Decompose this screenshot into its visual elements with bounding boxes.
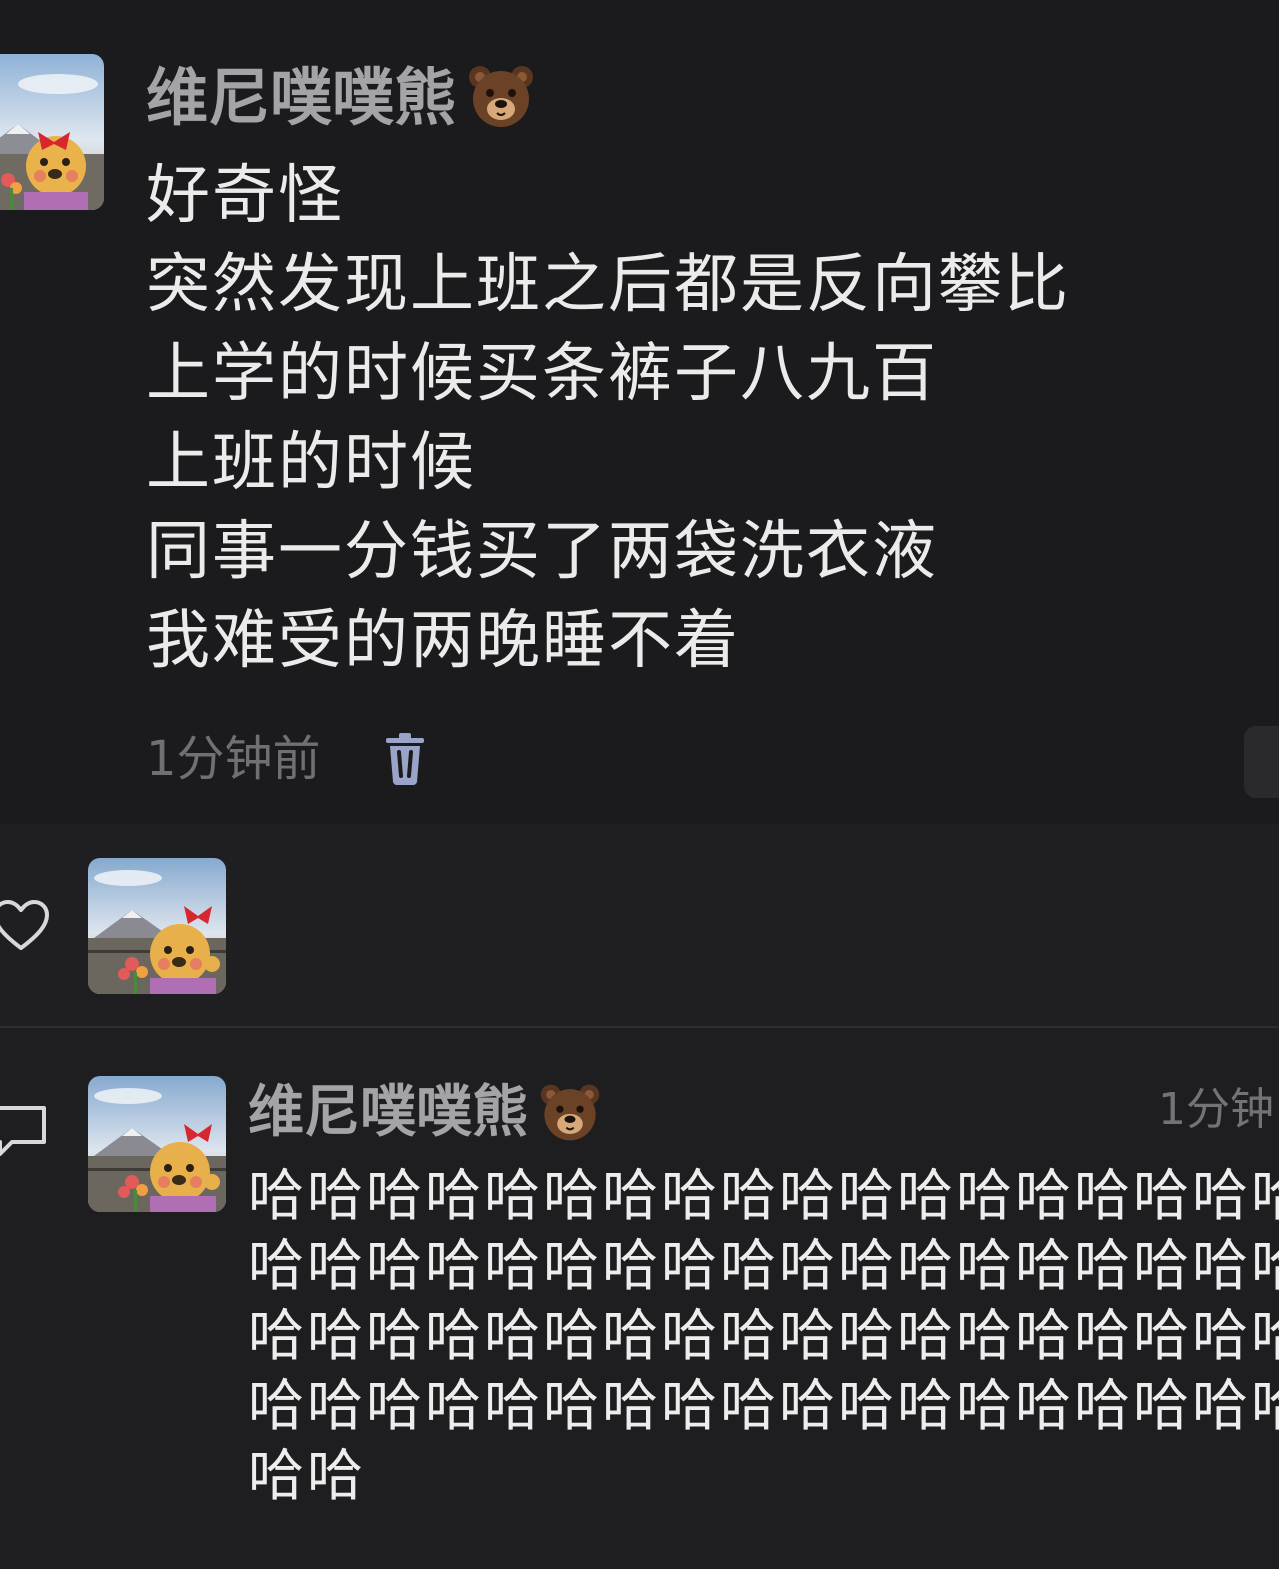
heart-icon[interactable] — [0, 898, 50, 954]
comment-line: 哈哈哈哈哈哈哈哈哈哈哈哈哈哈哈哈哈哈 — [248, 1234, 1279, 1299]
post-line: 上学的时候买条裤子八九百 — [146, 337, 938, 411]
comment-author-text: 维尼噗噗熊 — [248, 1080, 528, 1145]
trash-icon[interactable] — [382, 732, 428, 786]
comment-line: 哈哈 — [248, 1444, 366, 1509]
post-line: 上班的时候 — [146, 426, 476, 500]
comment-icon[interactable] — [0, 1102, 50, 1160]
comment-timestamp: 1分钟 — [1158, 1084, 1274, 1135]
liker-avatar[interactable] — [88, 858, 226, 994]
post-line: 好奇怪 — [146, 159, 344, 233]
side-action-tab[interactable] — [1244, 726, 1279, 798]
post-line: 同事一分钱买了两袋洗衣液 — [146, 515, 938, 589]
post-timestamp: 1分钟前 — [146, 731, 321, 787]
commenter-avatar[interactable] — [88, 1076, 226, 1212]
post-author-name[interactable]: 维尼噗噗熊 — [146, 60, 536, 137]
bear-face-icon — [466, 61, 536, 131]
post-line: 突然发现上班之后都是反向攀比 — [146, 248, 1070, 322]
comment-line: 哈哈哈哈哈哈哈哈哈哈哈哈哈哈哈哈哈哈 — [248, 1304, 1279, 1369]
bear-face-icon — [538, 1080, 602, 1144]
author-avatar[interactable] — [0, 54, 104, 210]
comment-body: 哈哈哈哈哈哈哈哈哈哈哈哈哈哈哈哈哈哈 哈哈哈哈哈哈哈哈哈哈哈哈哈哈哈哈哈哈 哈哈… — [248, 1162, 1279, 1512]
comment-line: 哈哈哈哈哈哈哈哈哈哈哈哈哈哈哈哈哈哈 — [248, 1164, 1279, 1229]
post-body: 好奇怪 突然发现上班之后都是反向攀比 上学的时候买条裤子八九百 上班的时候 同事… — [146, 152, 1070, 686]
author-name-text: 维尼噗噗熊 — [146, 61, 457, 134]
comment-author-name[interactable]: 维尼噗噗熊 — [248, 1078, 602, 1148]
comment-line: 哈哈哈哈哈哈哈哈哈哈哈哈哈哈哈哈哈哈 — [248, 1374, 1279, 1439]
post-line: 我难受的两晚睡不着 — [146, 604, 740, 678]
